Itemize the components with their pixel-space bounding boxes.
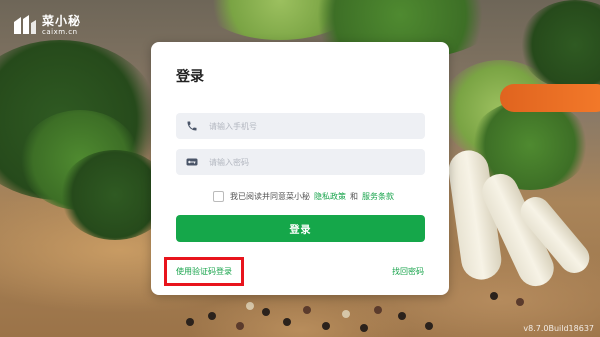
brand-logo: 菜小秘 caixm.cn: [12, 14, 81, 36]
privacy-policy-link[interactable]: 隐私政策: [314, 191, 346, 202]
agreement-checkbox[interactable]: [213, 191, 224, 202]
phone-field[interactable]: [176, 113, 425, 139]
phone-icon: [185, 119, 199, 133]
agreement-row: 我已阅读并同意菜小秘 隐私政策 和 服务条款: [213, 191, 394, 202]
key-icon: [185, 155, 199, 169]
login-title: 登录: [176, 69, 204, 85]
terms-of-service-link[interactable]: 服务条款: [362, 191, 394, 202]
version-label: v8.7.0Build18637: [523, 324, 594, 333]
forgot-password-link[interactable]: 找回密码: [392, 266, 424, 277]
agreement-and: 和: [350, 192, 358, 201]
password-field[interactable]: [176, 149, 425, 175]
brand-domain: caixm.cn: [42, 27, 78, 36]
caixm-logo-icon: [12, 14, 38, 36]
login-button[interactable]: 登录: [176, 215, 425, 242]
phone-input[interactable]: [207, 120, 411, 132]
agreement-text: 我已阅读并同意菜小秘: [230, 192, 310, 201]
brand-name: 菜小秘: [42, 13, 82, 28]
password-input[interactable]: [207, 156, 411, 168]
highlight-box: [164, 257, 244, 286]
